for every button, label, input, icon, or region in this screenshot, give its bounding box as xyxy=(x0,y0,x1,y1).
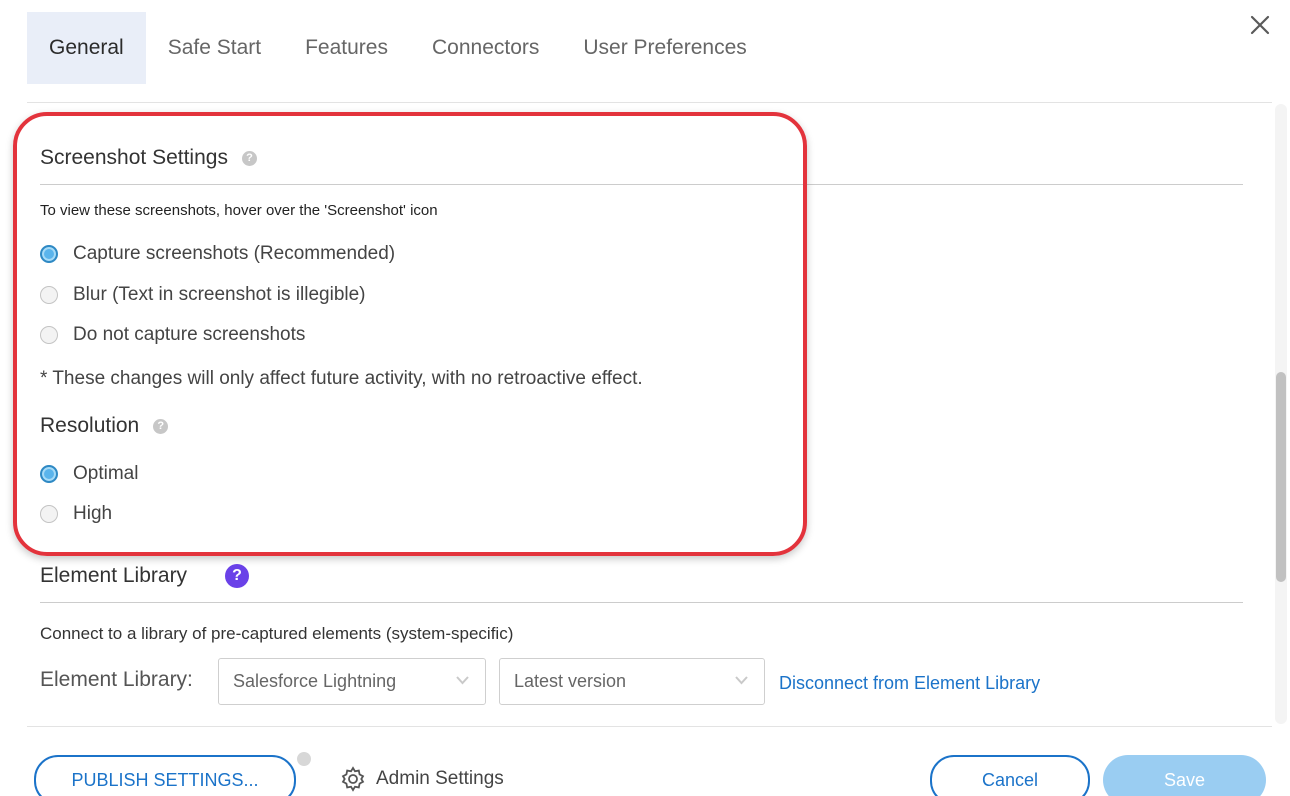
radio-button[interactable] xyxy=(40,505,58,523)
radio-label: Optimal xyxy=(73,463,139,484)
radio-label: High xyxy=(73,503,113,524)
tab-connectors[interactable]: Connectors xyxy=(410,12,561,84)
disconnect-element-library-link[interactable]: Disconnect from Element Library xyxy=(779,673,1040,694)
element-library-heading: Element Library ? xyxy=(40,564,250,588)
tab-features[interactable]: Features xyxy=(283,12,410,84)
screenshot-description: To view these screenshots, hover over th… xyxy=(40,202,438,219)
question-icon[interactable]: ? xyxy=(225,564,250,588)
element-library-title: Element Library xyxy=(40,564,188,587)
question-icon[interactable] xyxy=(297,752,311,766)
section-divider xyxy=(40,184,1243,185)
element-library-description: Connect to a library of pre-captured ele… xyxy=(40,624,514,643)
chevron-down-icon xyxy=(456,676,469,685)
radio-optimal[interactable]: Optimal xyxy=(40,463,138,485)
screenshot-settings-heading: Screenshot Settings ? xyxy=(40,146,257,170)
radio-label: Blur (Text in screenshot is illegible) xyxy=(73,284,366,305)
save-button[interactable]: Save xyxy=(1103,755,1266,796)
retroactive-note: * These changes will only affect future … xyxy=(40,368,643,389)
tab-safe-start[interactable]: Safe Start xyxy=(146,12,283,84)
admin-settings-label: Admin Settings xyxy=(376,768,504,789)
system-select[interactable]: Salesforce Lightning xyxy=(218,658,486,705)
radio-capture-screenshots[interactable]: Capture screenshots (Recommended) xyxy=(40,243,395,265)
admin-settings-button[interactable]: Admin Settings xyxy=(340,766,504,792)
footer-divider xyxy=(27,726,1272,727)
version-select[interactable]: Latest version xyxy=(499,658,765,705)
gear-icon xyxy=(341,766,365,792)
close-icon[interactable] xyxy=(1245,10,1275,40)
element-library-field-label: Element Library: xyxy=(40,668,193,691)
scrollbar-thumb[interactable] xyxy=(1276,372,1286,582)
tabs-divider xyxy=(27,102,1272,103)
resolution-heading: Resolution ? xyxy=(40,414,169,438)
cancel-button[interactable]: Cancel xyxy=(930,755,1090,796)
section-divider xyxy=(40,602,1243,603)
version-select-value: Latest version xyxy=(514,671,627,691)
chevron-down-icon xyxy=(735,676,748,685)
radio-do-not-capture[interactable]: Do not capture screenshots xyxy=(40,324,305,346)
radio-high[interactable]: High xyxy=(40,503,112,525)
radio-label: Do not capture screenshots xyxy=(73,324,306,345)
publish-settings-button[interactable]: PUBLISH SETTINGS... xyxy=(34,755,296,796)
radio-blur[interactable]: Blur (Text in screenshot is illegible) xyxy=(40,284,366,306)
settings-tabs: General Safe Start Features Connectors U… xyxy=(27,12,769,84)
tab-general[interactable]: General xyxy=(27,12,146,84)
radio-button[interactable] xyxy=(40,245,58,263)
question-icon[interactable]: ? xyxy=(241,150,257,166)
tab-user-preferences[interactable]: User Preferences xyxy=(561,12,768,84)
radio-button[interactable] xyxy=(40,286,58,304)
radio-label: Capture screenshots (Recommended) xyxy=(73,243,396,264)
screenshot-settings-title: Screenshot Settings xyxy=(40,146,228,169)
radio-button[interactable] xyxy=(40,326,58,344)
resolution-title: Resolution xyxy=(40,414,140,437)
question-icon[interactable]: ? xyxy=(153,418,169,434)
system-select-value: Salesforce Lightning xyxy=(233,671,397,691)
radio-button[interactable] xyxy=(40,465,58,483)
